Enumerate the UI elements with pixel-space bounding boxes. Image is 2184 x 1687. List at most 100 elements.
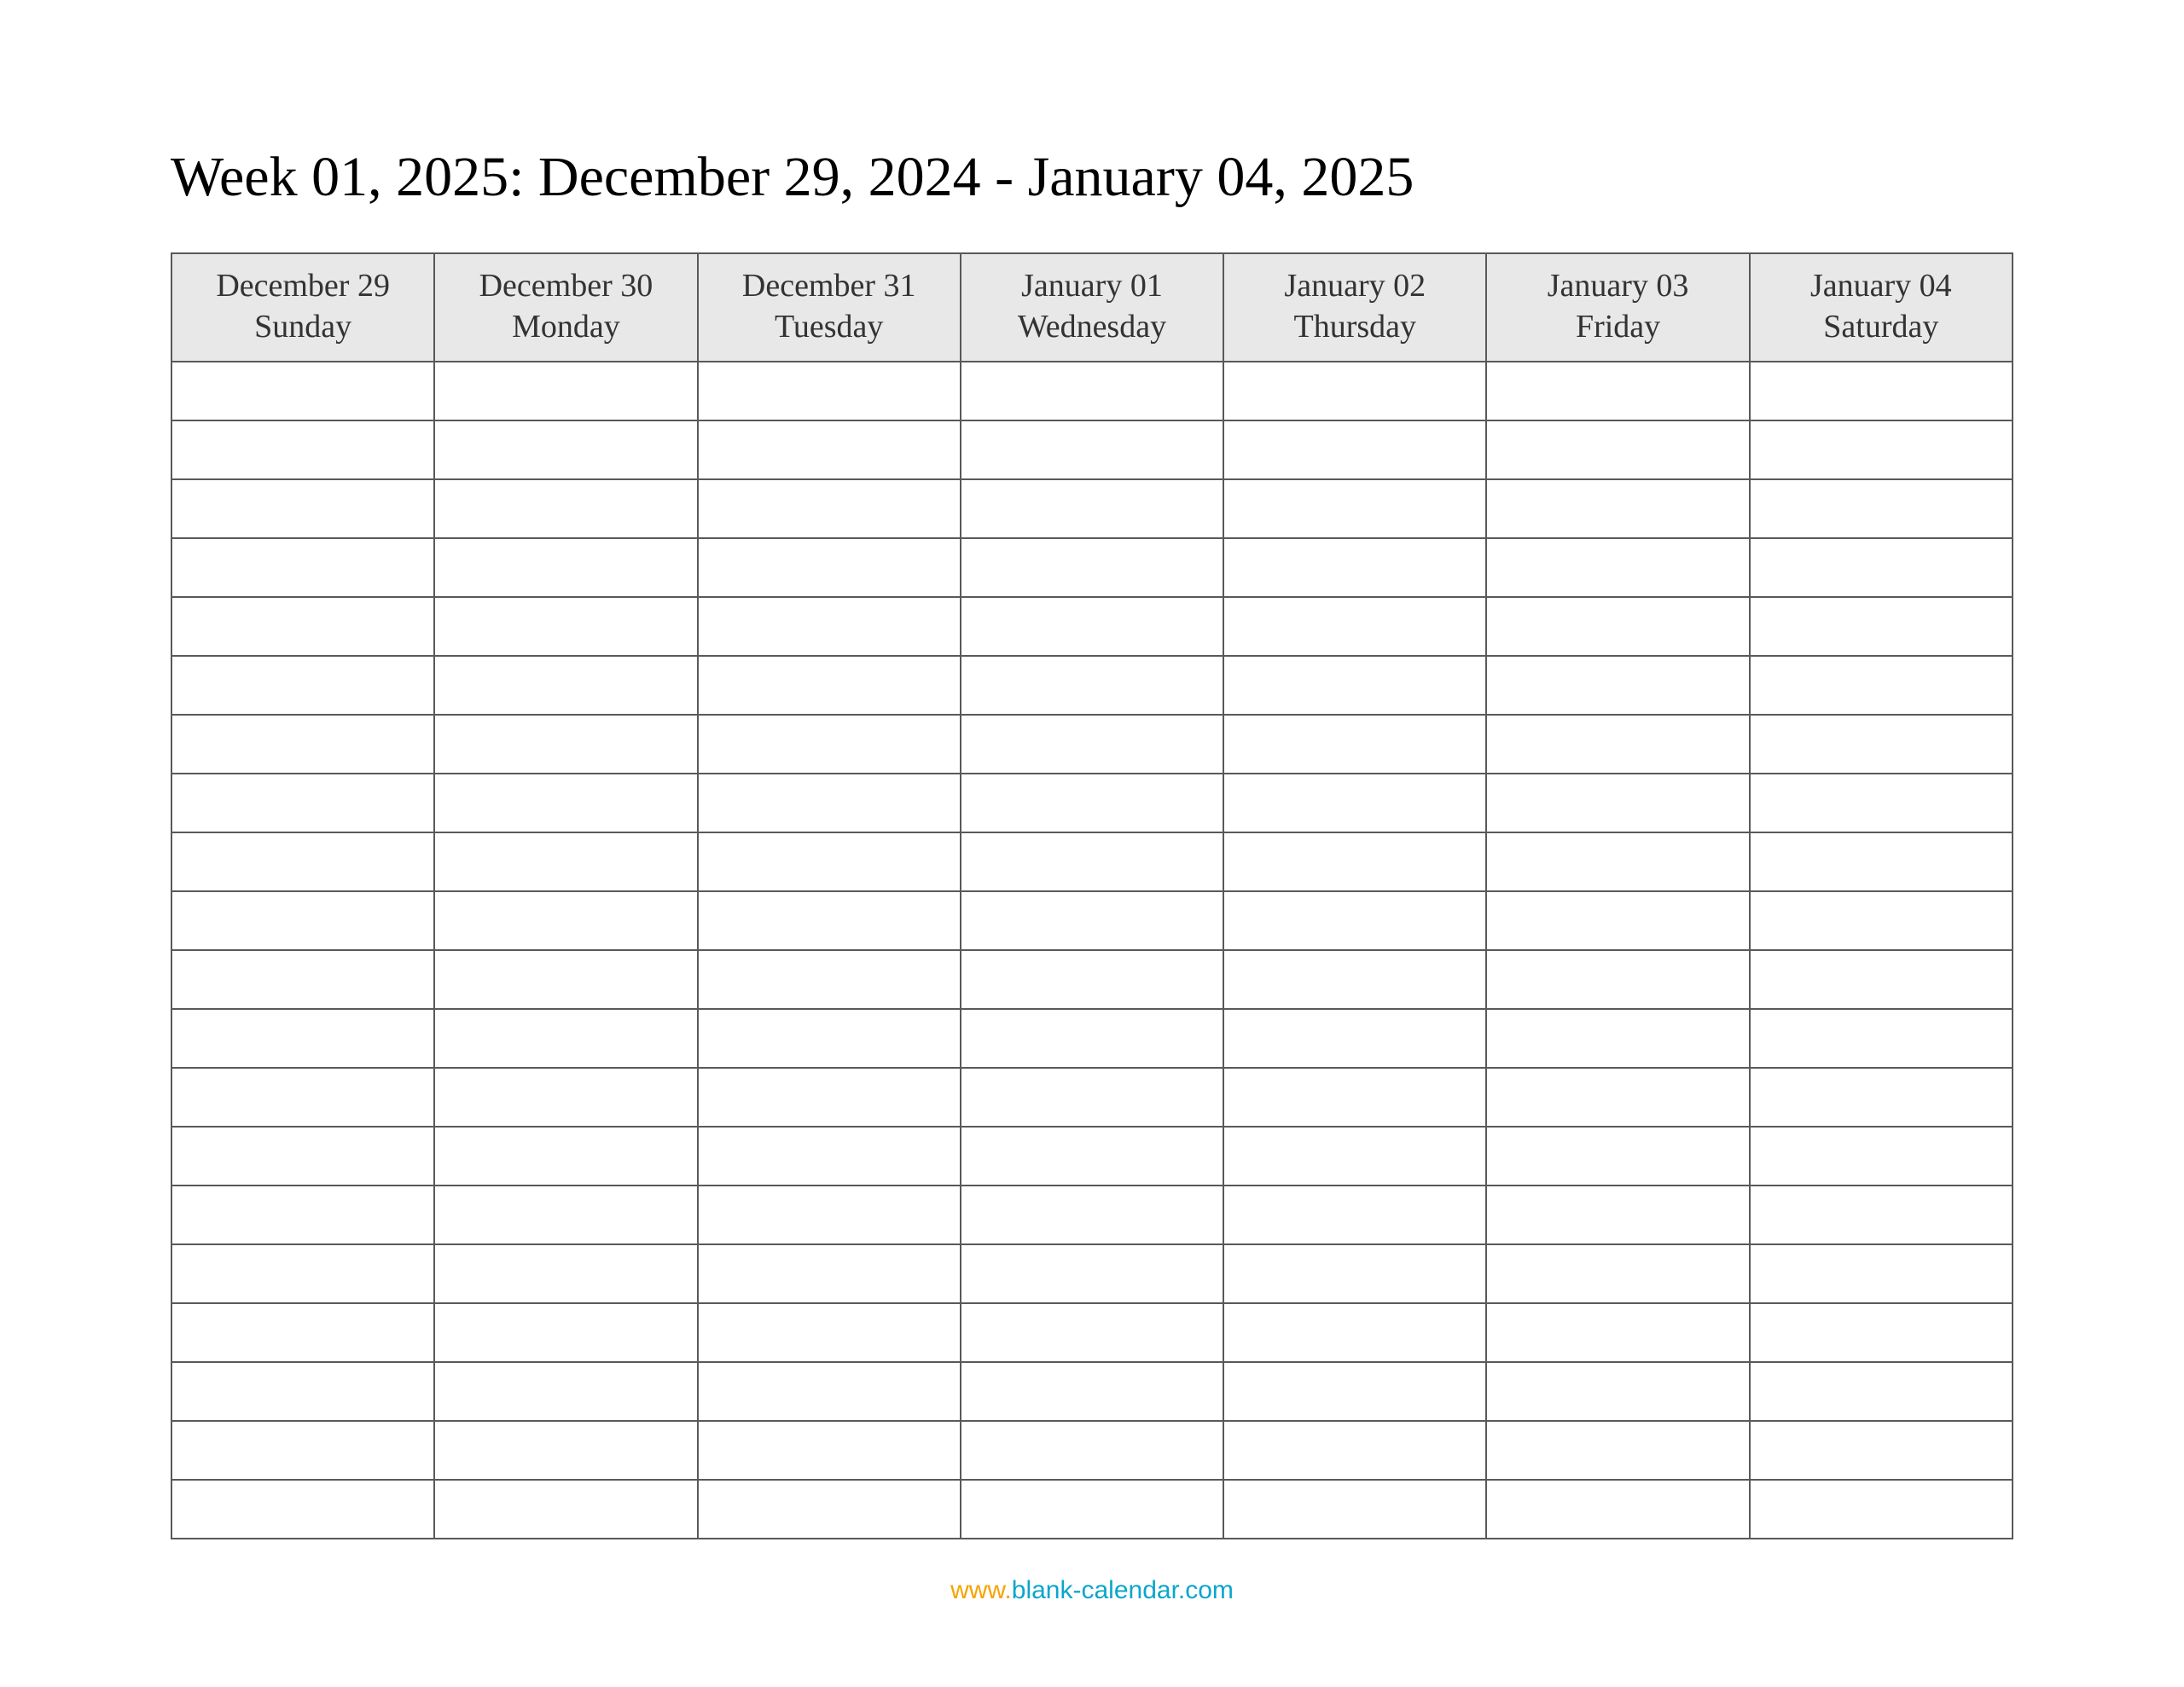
calendar-cell[interactable]: [434, 1303, 697, 1362]
calendar-cell[interactable]: [1750, 656, 2013, 715]
calendar-cell[interactable]: [434, 1244, 697, 1303]
calendar-cell[interactable]: [1223, 774, 1486, 832]
calendar-cell[interactable]: [1750, 950, 2013, 1009]
calendar-cell[interactable]: [698, 362, 961, 420]
calendar-cell[interactable]: [1223, 715, 1486, 774]
calendar-cell[interactable]: [171, 1480, 434, 1539]
calendar-cell[interactable]: [1750, 420, 2013, 479]
calendar-cell[interactable]: [961, 479, 1223, 538]
calendar-cell[interactable]: [698, 1009, 961, 1068]
calendar-cell[interactable]: [1486, 420, 1749, 479]
calendar-cell[interactable]: [698, 538, 961, 597]
calendar-cell[interactable]: [961, 656, 1223, 715]
calendar-cell[interactable]: [434, 1480, 697, 1539]
calendar-cell[interactable]: [434, 774, 697, 832]
calendar-cell[interactable]: [171, 1244, 434, 1303]
calendar-cell[interactable]: [1486, 1421, 1749, 1480]
calendar-cell[interactable]: [961, 1244, 1223, 1303]
calendar-cell[interactable]: [434, 538, 697, 597]
calendar-cell[interactable]: [1750, 1244, 2013, 1303]
calendar-cell[interactable]: [171, 774, 434, 832]
calendar-cell[interactable]: [698, 832, 961, 891]
calendar-cell[interactable]: [171, 479, 434, 538]
calendar-cell[interactable]: [961, 832, 1223, 891]
calendar-cell[interactable]: [961, 420, 1223, 479]
calendar-cell[interactable]: [1486, 774, 1749, 832]
calendar-cell[interactable]: [961, 1480, 1223, 1539]
calendar-cell[interactable]: [1223, 1186, 1486, 1244]
calendar-cell[interactable]: [1223, 1362, 1486, 1421]
calendar-cell[interactable]: [434, 1009, 697, 1068]
calendar-cell[interactable]: [171, 538, 434, 597]
calendar-cell[interactable]: [434, 715, 697, 774]
calendar-cell[interactable]: [171, 1421, 434, 1480]
calendar-cell[interactable]: [961, 1303, 1223, 1362]
calendar-cell[interactable]: [961, 774, 1223, 832]
calendar-cell[interactable]: [698, 1186, 961, 1244]
calendar-cell[interactable]: [698, 774, 961, 832]
calendar-cell[interactable]: [1486, 1362, 1749, 1421]
calendar-cell[interactable]: [171, 1068, 434, 1127]
calendar-cell[interactable]: [961, 1009, 1223, 1068]
calendar-cell[interactable]: [434, 362, 697, 420]
calendar-cell[interactable]: [171, 950, 434, 1009]
calendar-cell[interactable]: [171, 597, 434, 656]
calendar-cell[interactable]: [961, 1421, 1223, 1480]
calendar-cell[interactable]: [434, 950, 697, 1009]
calendar-cell[interactable]: [698, 950, 961, 1009]
calendar-cell[interactable]: [171, 891, 434, 950]
calendar-cell[interactable]: [698, 1244, 961, 1303]
calendar-cell[interactable]: [698, 1421, 961, 1480]
calendar-cell[interactable]: [1750, 832, 2013, 891]
calendar-cell[interactable]: [961, 1362, 1223, 1421]
calendar-cell[interactable]: [1750, 1186, 2013, 1244]
calendar-cell[interactable]: [961, 1127, 1223, 1186]
calendar-cell[interactable]: [1223, 891, 1486, 950]
calendar-cell[interactable]: [1486, 597, 1749, 656]
calendar-cell[interactable]: [961, 715, 1223, 774]
calendar-cell[interactable]: [1223, 420, 1486, 479]
calendar-cell[interactable]: [1750, 1362, 2013, 1421]
calendar-cell[interactable]: [1486, 832, 1749, 891]
calendar-cell[interactable]: [698, 479, 961, 538]
calendar-cell[interactable]: [434, 597, 697, 656]
calendar-cell[interactable]: [961, 538, 1223, 597]
calendar-cell[interactable]: [434, 479, 697, 538]
calendar-cell[interactable]: [698, 1303, 961, 1362]
footer-link[interactable]: www.blank-calendar.com: [0, 1576, 2184, 1605]
calendar-cell[interactable]: [1223, 950, 1486, 1009]
calendar-cell[interactable]: [1486, 715, 1749, 774]
calendar-cell[interactable]: [1486, 362, 1749, 420]
calendar-cell[interactable]: [1750, 362, 2013, 420]
calendar-cell[interactable]: [1223, 479, 1486, 538]
calendar-cell[interactable]: [961, 1068, 1223, 1127]
calendar-cell[interactable]: [698, 1068, 961, 1127]
calendar-cell[interactable]: [434, 1421, 697, 1480]
calendar-cell[interactable]: [1750, 1009, 2013, 1068]
calendar-cell[interactable]: [171, 420, 434, 479]
calendar-cell[interactable]: [698, 597, 961, 656]
calendar-cell[interactable]: [1223, 538, 1486, 597]
calendar-cell[interactable]: [1223, 1244, 1486, 1303]
calendar-cell[interactable]: [434, 1186, 697, 1244]
calendar-cell[interactable]: [961, 1186, 1223, 1244]
calendar-cell[interactable]: [1223, 1480, 1486, 1539]
calendar-cell[interactable]: [434, 1068, 697, 1127]
calendar-cell[interactable]: [171, 832, 434, 891]
calendar-cell[interactable]: [1223, 832, 1486, 891]
calendar-cell[interactable]: [698, 1480, 961, 1539]
calendar-cell[interactable]: [698, 715, 961, 774]
calendar-cell[interactable]: [1223, 1009, 1486, 1068]
calendar-cell[interactable]: [1486, 1068, 1749, 1127]
calendar-cell[interactable]: [1486, 1244, 1749, 1303]
calendar-cell[interactable]: [1486, 950, 1749, 1009]
calendar-cell[interactable]: [698, 420, 961, 479]
calendar-cell[interactable]: [171, 1009, 434, 1068]
calendar-cell[interactable]: [1486, 1480, 1749, 1539]
calendar-cell[interactable]: [171, 362, 434, 420]
calendar-cell[interactable]: [1750, 538, 2013, 597]
calendar-cell[interactable]: [698, 1362, 961, 1421]
calendar-cell[interactable]: [171, 656, 434, 715]
calendar-cell[interactable]: [1486, 1127, 1749, 1186]
calendar-cell[interactable]: [961, 362, 1223, 420]
